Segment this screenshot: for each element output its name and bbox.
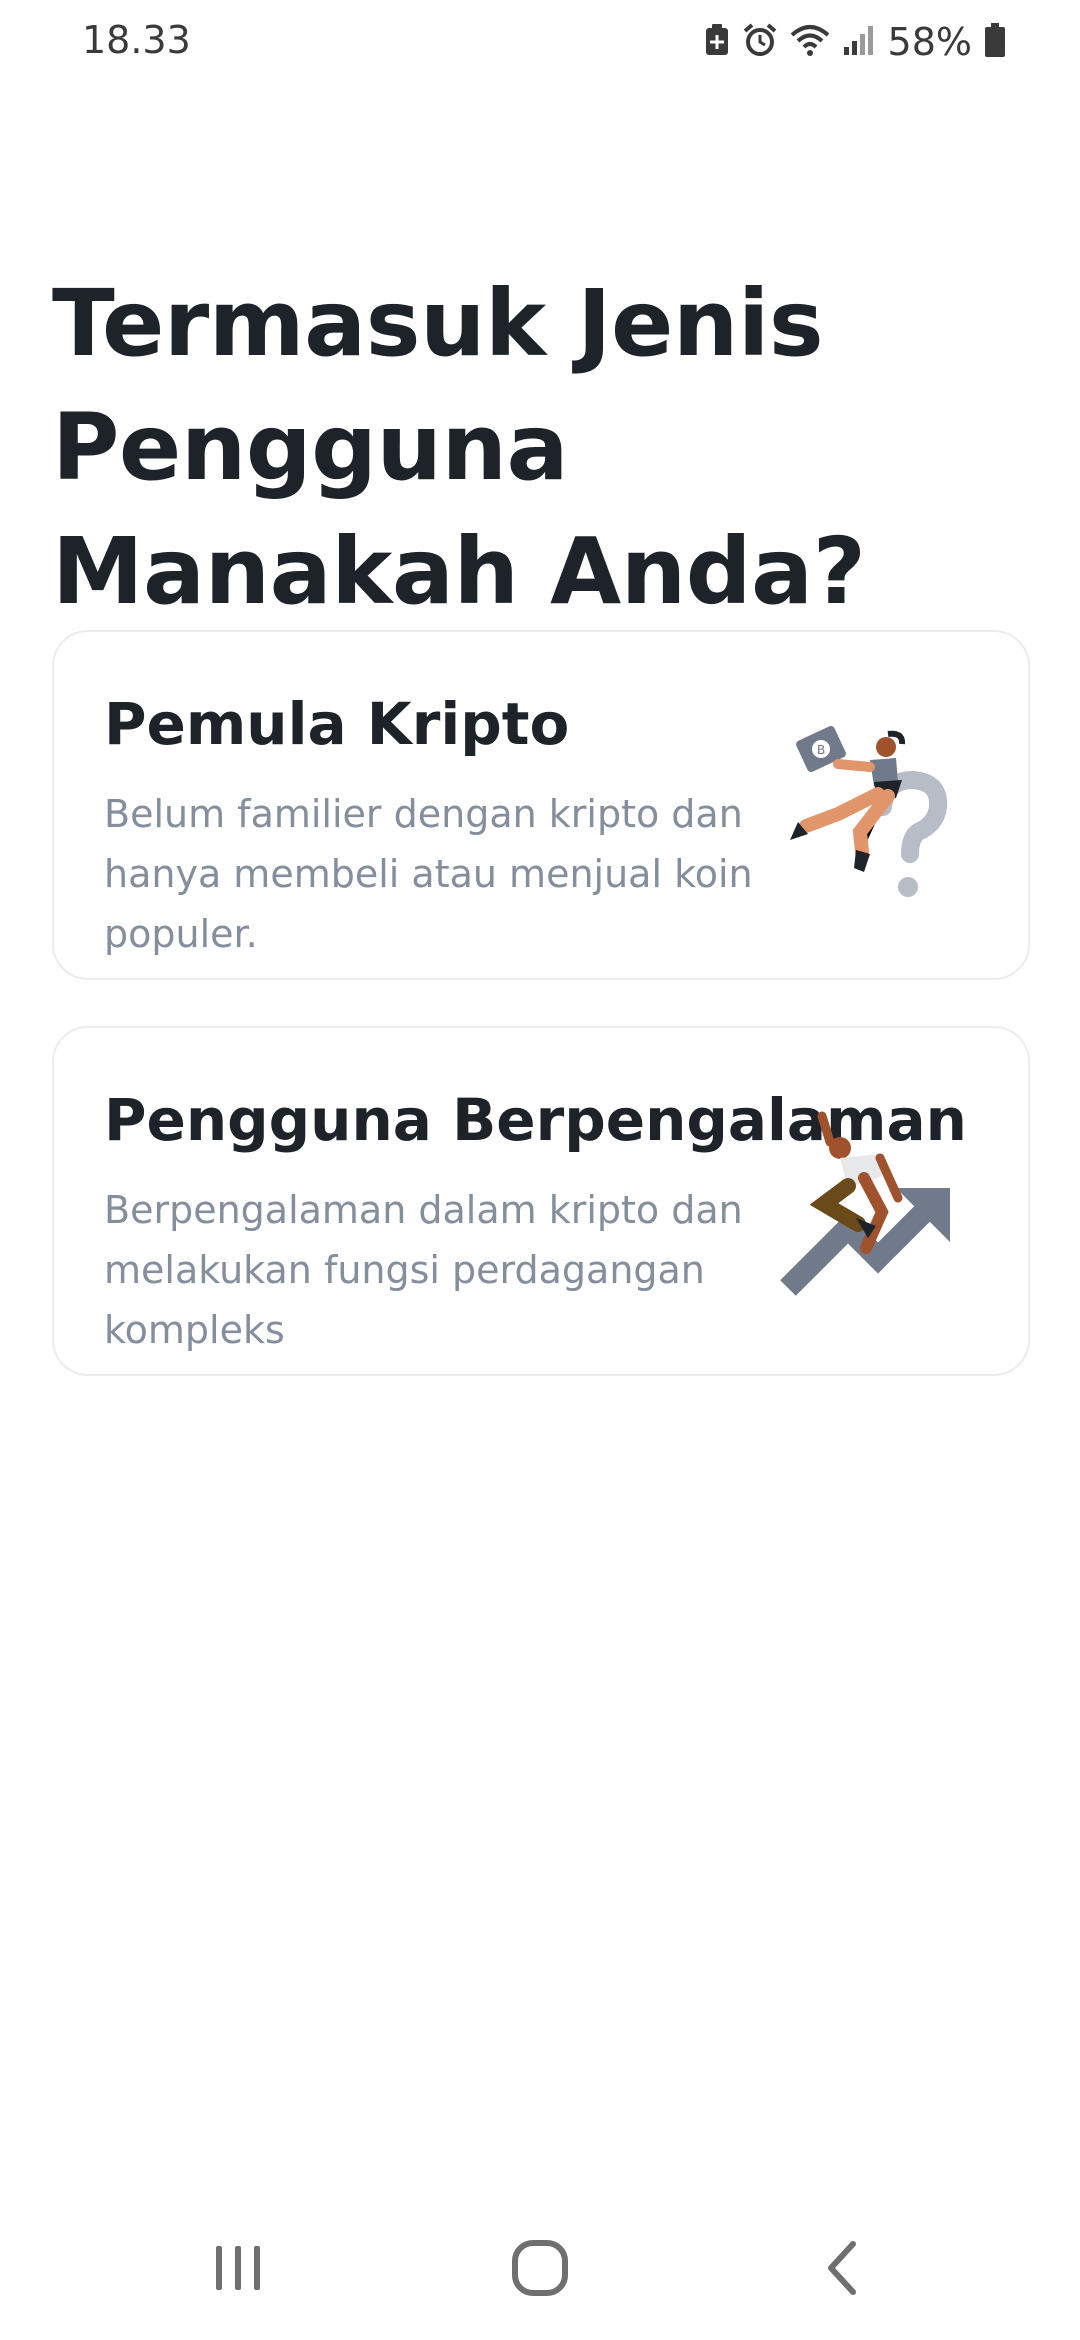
- option-card-experienced[interactable]: Pengguna Berpengalaman Berpengalaman dal…: [52, 1026, 1030, 1376]
- page-title: Termasuk Jenis Pengguna Manakah Anda?: [52, 269, 866, 625]
- beginner-illustration: B: [778, 722, 958, 922]
- battery-icon: [984, 22, 1006, 63]
- option-title: Pemula Kripto: [104, 690, 570, 758]
- battery-percentage: 58%: [887, 20, 972, 64]
- recents-button[interactable]: [188, 2220, 288, 2320]
- experienced-illustration: [778, 1108, 958, 1308]
- recents-icon: [210, 2240, 266, 2301]
- status-time: 18.33: [82, 18, 191, 62]
- option-description: Berpengalaman dalam kripto dan melakukan…: [104, 1188, 743, 1352]
- alarm-icon: [742, 22, 778, 63]
- back-button[interactable]: [794, 2220, 894, 2320]
- wifi-icon: [790, 23, 830, 62]
- system-nav-bar: [0, 2190, 1080, 2340]
- home-button[interactable]: [490, 2220, 590, 2320]
- home-icon: [510, 2238, 570, 2303]
- battery-saver-icon: [704, 23, 730, 62]
- back-icon: [819, 2238, 869, 2303]
- status-icons: 58%: [704, 16, 1006, 68]
- option-card-beginner[interactable]: Pemula Kripto Belum familier dengan krip…: [52, 630, 1030, 980]
- option-description: Belum familier dengan kripto dan hanya m…: [104, 792, 753, 956]
- svg-text:B: B: [817, 743, 825, 757]
- signal-icon: [842, 23, 876, 62]
- status-bar: 18.33 58%: [0, 0, 1080, 86]
